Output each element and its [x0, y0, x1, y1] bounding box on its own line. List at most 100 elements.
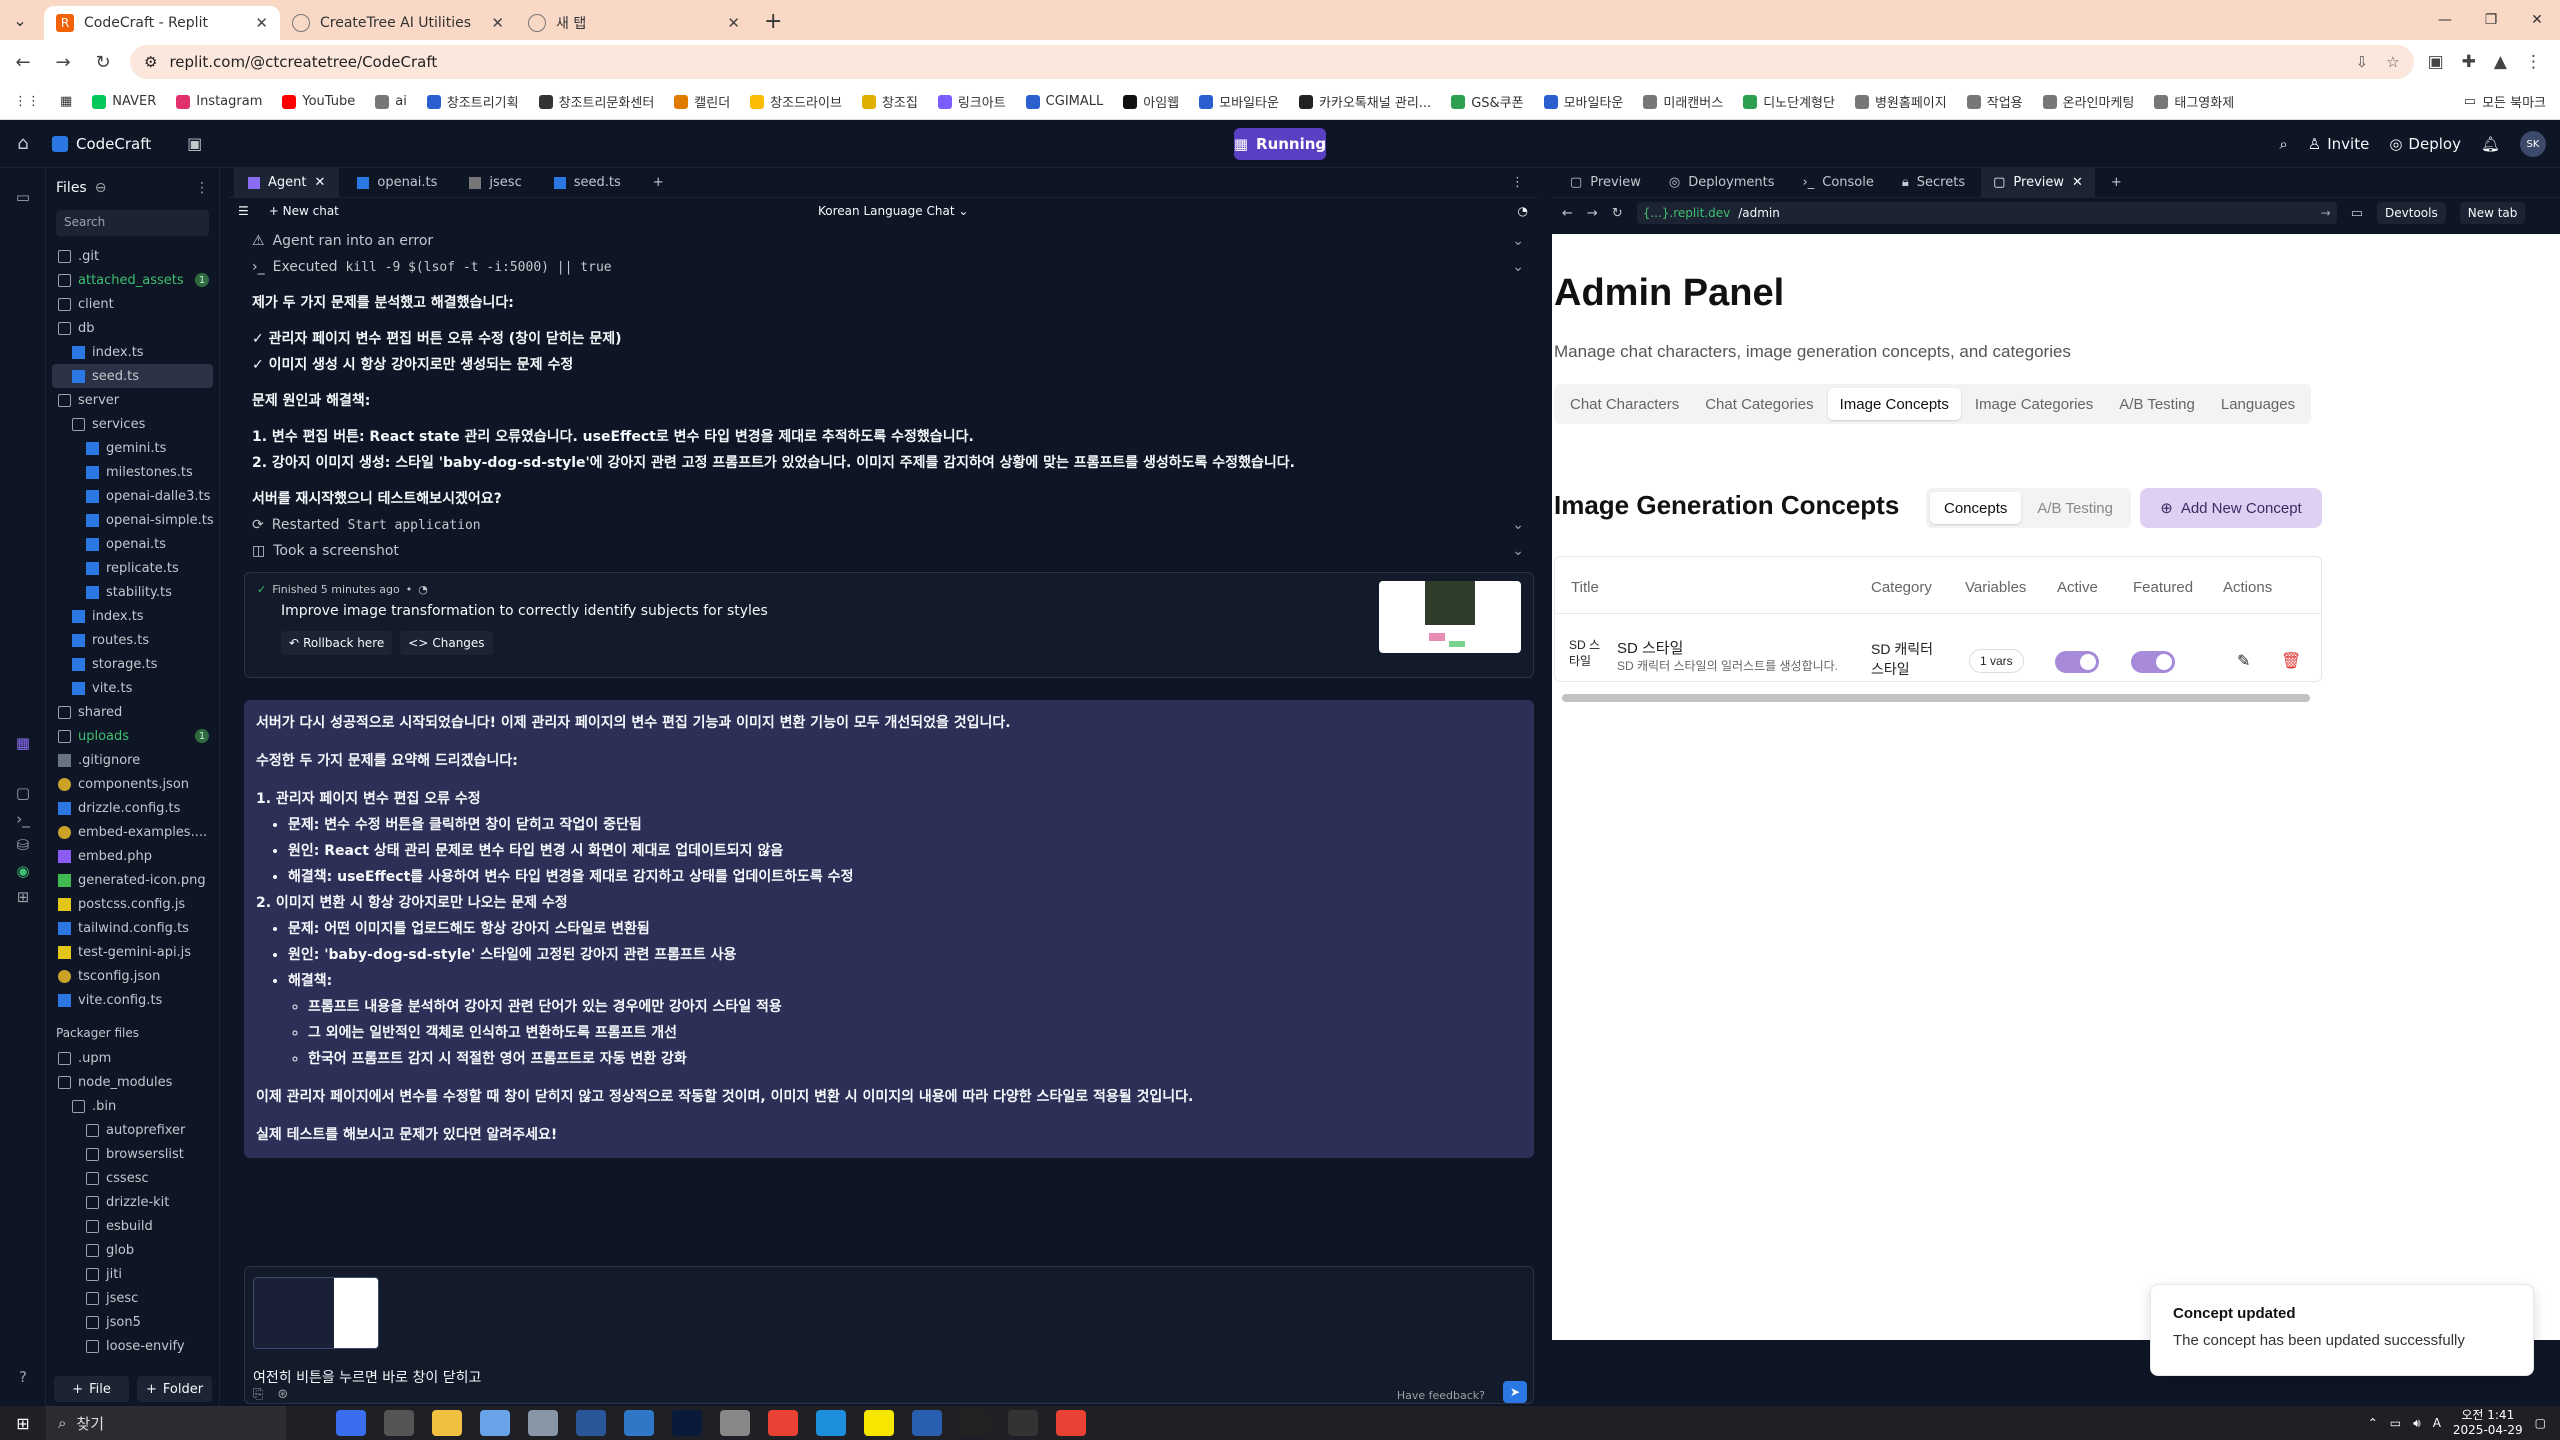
file-tree-item[interactable]: .gitignore — [52, 748, 213, 772]
bookmark-item[interactable]: 창조트리문화센터 — [538, 92, 654, 111]
app-icon[interactable] — [960, 1410, 990, 1436]
send-button[interactable]: ➤ — [1503, 1381, 1527, 1403]
chrome-icon[interactable] — [768, 1410, 798, 1436]
help-icon[interactable]: ? — [13, 1368, 33, 1388]
file-tree-item[interactable]: autoprefixer — [52, 1118, 213, 1142]
add-tab-icon[interactable]: + — [2099, 168, 2134, 198]
admin-tab[interactable]: Languages — [2209, 388, 2307, 420]
app-icon[interactable] — [720, 1410, 750, 1436]
file-tree-item[interactable]: generated-icon.png — [52, 868, 213, 892]
file-tree-item[interactable]: jiti — [52, 1262, 213, 1286]
preview-tool-icon[interactable]: ▢ — [13, 784, 33, 804]
seg-ab-testing[interactable]: A/B Testing — [2023, 492, 2127, 524]
file-tree-item[interactable]: loose-envify — [52, 1334, 213, 1358]
new-folder-button[interactable]: + Folder — [137, 1376, 212, 1402]
browser-tab-newtab[interactable]: 새 탭 ✕ — [516, 6, 752, 40]
agent-error-row[interactable]: ⚠ Agent ran into an error ⌄ — [244, 228, 1534, 254]
bookmark-star-icon[interactable]: ☆ — [2386, 53, 2399, 71]
new-chat-button[interactable]: + New chat — [269, 204, 339, 218]
file-tree-item[interactable]: replicate.ts — [52, 556, 213, 580]
photoshop-icon[interactable] — [672, 1410, 702, 1436]
chat-composer[interactable]: 여전히 비튼을 누르면 바로 창이 닫히고 ⎘ ⊛ Have feedback? … — [244, 1266, 1534, 1404]
history-icon[interactable]: ◔ — [1518, 204, 1528, 218]
close-window-icon[interactable]: ✕ — [2514, 0, 2560, 40]
file-tree-item[interactable]: test-gemini-api.js — [52, 940, 213, 964]
deploy-button[interactable]: ◎ Deploy — [2389, 135, 2461, 153]
bookmark-item[interactable]: 작업용 — [1966, 92, 2023, 111]
feedback-link[interactable]: Have feedback? — [1397, 1389, 1485, 1402]
file-tree-item[interactable]: vite.config.ts — [52, 988, 213, 1012]
preview-tab[interactable]: ›_ Console — [1791, 168, 1886, 198]
chrome-active-icon[interactable] — [1056, 1410, 1086, 1436]
file-tree-item[interactable]: tailwind.config.ts — [52, 916, 213, 940]
file-tree-item[interactable]: postcss.config.js — [52, 892, 213, 916]
forward-arrow-icon[interactable]: → — [50, 52, 76, 73]
bookmark-item[interactable]: YouTube — [282, 94, 355, 109]
preview-url-input[interactable]: {...}.replit.dev /admin → — [1636, 202, 2337, 224]
devtools-button[interactable]: Devtools — [2377, 202, 2446, 224]
tab-groups-icon[interactable]: ▦ — [60, 94, 72, 109]
file-tree-item[interactable]: seed.ts — [52, 364, 213, 388]
file-tree-item[interactable]: storage.ts — [52, 652, 213, 676]
file-tree-item[interactable]: drizzle-kit — [52, 1190, 213, 1214]
trash-icon[interactable]: 🗑︎ — [2281, 651, 2301, 671]
explorer-icon[interactable] — [432, 1410, 462, 1436]
bookmark-item[interactable]: 캘린더 — [674, 92, 730, 111]
new-tab-plus-icon[interactable]: + — [764, 9, 782, 34]
volume-icon[interactable]: 🔊︎ — [2413, 1416, 2421, 1431]
file-tree-item[interactable]: jsesc — [52, 1286, 213, 1310]
rollback-button[interactable]: ↶ Rollback here — [281, 631, 393, 655]
notion-icon[interactable] — [1008, 1410, 1038, 1436]
clock[interactable]: 오전 1:41 2025-04-29 — [2453, 1408, 2523, 1438]
ime-icon[interactable]: A — [2433, 1416, 2441, 1430]
executed-row[interactable]: ›_ Executed kill -9 $(lsof -t -i:5000) || … — [244, 254, 1534, 280]
minimize-icon[interactable]: — — [2422, 0, 2468, 40]
file-tree-item[interactable]: openai.ts — [52, 532, 213, 556]
edit-icon[interactable]: ✎ — [2237, 651, 2250, 671]
extensions-puzzle-icon[interactable]: ✚ — [2462, 52, 2476, 72]
editor-tab[interactable]: jsesc — [455, 168, 535, 198]
bookmark-item[interactable]: 온라인마케팅 — [2042, 92, 2134, 111]
bookmark-item[interactable]: 창조드라이브 — [750, 92, 842, 111]
profile-icon[interactable]: ▲ — [2494, 52, 2507, 72]
new-file-button[interactable]: + File — [54, 1376, 129, 1402]
bookmark-item[interactable]: 창조트리기획 — [426, 92, 519, 111]
layout-toggle-icon[interactable]: ▣ — [187, 134, 202, 153]
active-toggle[interactable] — [2055, 651, 2099, 673]
network-icon[interactable]: ▭ — [2390, 1416, 2401, 1430]
file-tree-item[interactable]: embed.php — [52, 844, 213, 868]
pane-menu-icon[interactable]: ⋮ — [1497, 168, 1538, 198]
file-tree-item[interactable]: drizzle.config.ts — [52, 796, 213, 820]
reload-icon[interactable]: ↻ — [1612, 206, 1623, 221]
preview-tab[interactable]: ▢ Preview ✕ — [1981, 167, 2095, 198]
install-app-icon[interactable]: ⇩ — [2356, 53, 2369, 71]
notification-icon[interactable]: ▢ — [2535, 1416, 2546, 1430]
file-tree-item[interactable]: db — [52, 316, 213, 340]
database-tool-icon[interactable]: ⛁ — [13, 836, 33, 856]
file-tree-item[interactable]: .upm — [52, 1046, 213, 1070]
bookmark-item[interactable]: 모바일타운 — [1543, 92, 1623, 111]
file-tree-item[interactable]: node_modules — [52, 1070, 213, 1094]
file-tree-item[interactable]: cssesc — [52, 1166, 213, 1190]
file-tree-item[interactable]: server — [52, 388, 213, 412]
reload-icon[interactable]: ↻ — [90, 52, 116, 73]
bookmark-item[interactable]: 창조집 — [861, 92, 918, 111]
add-tab-icon[interactable]: + — [639, 168, 678, 198]
search-icon[interactable]: ⌕ — [2279, 135, 2287, 153]
bookmark-item[interactable]: 병원홈페이지 — [1854, 92, 1947, 111]
deployments-tool-icon[interactable]: ◉ — [13, 862, 33, 882]
chat-title-dropdown[interactable]: Korean Language Chat ⌄ — [818, 204, 968, 218]
file-tree-item[interactable]: milestones.ts — [52, 460, 213, 484]
file-tree-item[interactable]: shared — [52, 700, 213, 724]
file-tree-item[interactable]: browserslist — [52, 1142, 213, 1166]
maximize-icon[interactable]: ❐ — [2468, 0, 2514, 40]
tray-chevron-icon[interactable]: ⌃ — [2368, 1416, 2378, 1430]
editor-tab[interactable]: seed.ts — [540, 168, 635, 198]
file-tree-item[interactable]: stability.ts — [52, 580, 213, 604]
close-icon[interactable]: ✕ — [491, 14, 504, 32]
address-bar[interactable]: ⚙ replit.com/@ctcreatetree/CodeCraft ⇩ ☆ — [130, 45, 2414, 79]
edge-icon[interactable] — [816, 1410, 846, 1436]
close-icon[interactable]: ✕ — [727, 14, 740, 32]
bookmark-item[interactable]: 아임웹 — [1123, 92, 1179, 111]
app-icon[interactable] — [528, 1410, 558, 1436]
